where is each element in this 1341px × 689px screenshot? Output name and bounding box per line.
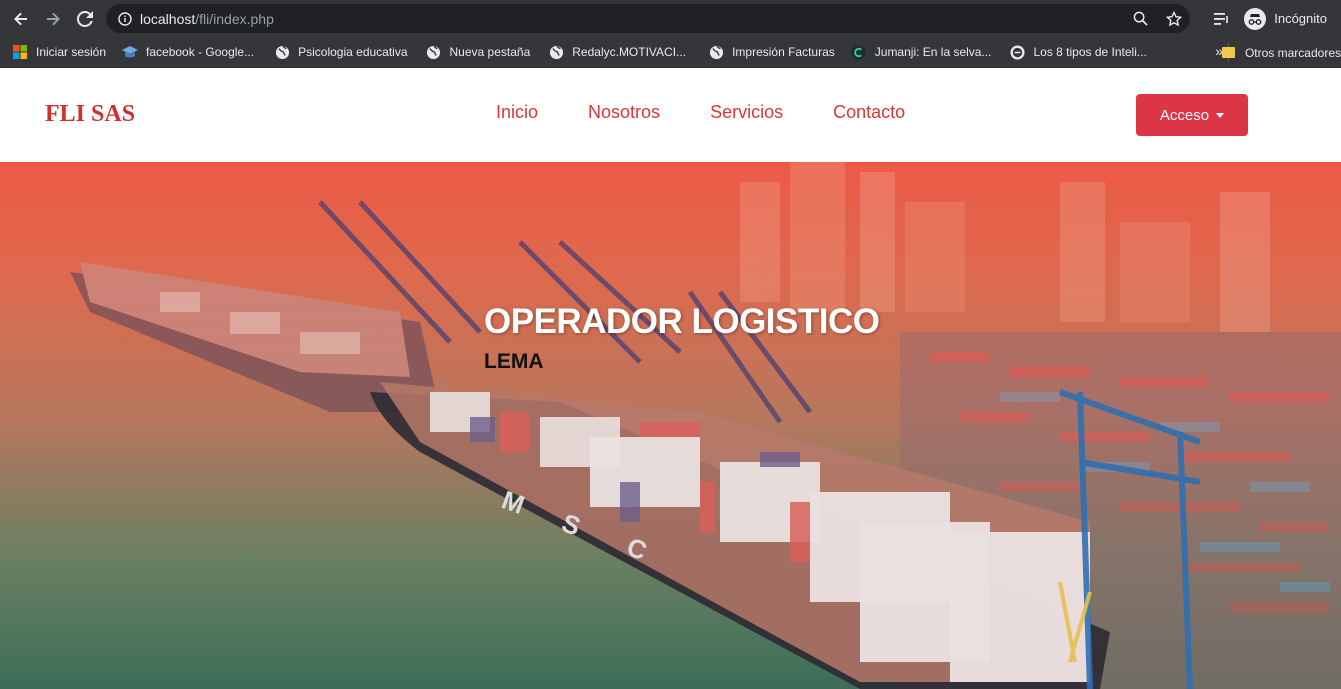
bookmark-label: Psicologia educativa [298,45,408,59]
reading-list-icon[interactable] [1214,12,1230,26]
browser-toolbar: localhost/fli/index.php Incógnito [0,0,1341,37]
hero-banner: M S C OPERADOR LOGISTICO LEMA [0,162,1341,689]
bookmark-label: Iniciar sesión [36,45,107,59]
bookmark-item[interactable]: Psicologia educativa [274,44,408,60]
nav-link-inicio[interactable]: Inicio [496,102,538,123]
incognito-icon[interactable] [1244,7,1267,30]
main-menu: Inicio Nosotros Servicios Contacto [496,102,955,123]
nav-link-contacto[interactable]: Contacto [833,102,905,123]
bookmark-item[interactable]: facebook - Google... [122,44,254,60]
back-arrow-icon[interactable] [10,8,32,30]
forward-arrow-icon[interactable] [42,8,64,30]
folder-icon [1221,47,1235,58]
bookmark-item[interactable]: Nueva pestaña [426,44,531,60]
globe-icon [274,44,290,60]
nav-link-servicios[interactable]: Servicios [710,102,783,123]
access-dropdown-button[interactable]: Acceso [1136,94,1248,136]
other-bookmarks[interactable]: Otros marcadores [1221,37,1341,68]
caret-down-icon [1216,112,1225,118]
bookmark-item[interactable]: Iniciar sesión [12,44,106,60]
reload-icon[interactable] [74,8,96,30]
bookmark-item[interactable]: Redalyc.MOTIVACI... [548,44,686,60]
e-logo-icon [1009,44,1025,60]
bookmark-label: facebook - Google... [146,45,255,59]
c-logo-icon [851,44,867,60]
bookmarks-bar: Iniciar sesión facebook - Google... Psic… [0,37,1341,68]
access-button-label: Acceso [1159,106,1210,124]
bookmark-label: Jumanji: En la selva... [874,45,992,59]
bookmark-item[interactable]: Impresión Facturas [708,44,835,60]
brand-logo[interactable]: FLI SAS [45,101,135,128]
url-path: /fli/index.php [195,10,274,27]
other-bookmarks-label: Otros marcadores [1244,45,1341,60]
nav-link-nosotros[interactable]: Nosotros [588,102,660,123]
url-host: localhost [140,10,196,27]
bookmark-label: Redalyc.MOTIVACI... [572,45,687,59]
globe-icon [548,44,564,60]
port-background-image: M S C [70,162,1341,689]
address-bar[interactable]: localhost/fli/index.php [106,4,1190,33]
globe-icon [708,44,724,60]
zoom-search-icon[interactable] [1133,11,1148,26]
hero-subtitle: LEMA [484,350,544,373]
url-text[interactable]: localhost/fli/index.php [140,11,274,27]
globe-icon [426,44,442,60]
incognito-label[interactable]: Incógnito [1274,11,1327,26]
graduation-cap-icon [122,44,139,60]
bookmark-item[interactable]: Los 8 tipos de Inteli... [1009,44,1147,60]
bookmark-label: Impresión Facturas [732,45,835,59]
bookmark-label: Los 8 tipos de Inteli... [1033,45,1147,59]
bookmark-item[interactable]: Jumanji: En la selva... [851,44,992,60]
bookmark-star-icon[interactable] [1166,10,1182,27]
microsoft-icon [12,44,28,60]
info-icon[interactable] [118,11,132,26]
bookmark-label: Nueva pestaña [449,45,531,59]
hero-title: OPERADOR LOGISTICO [484,302,880,341]
site-navbar: FLI SAS Inicio Nosotros Servicios Contac… [0,69,1341,162]
